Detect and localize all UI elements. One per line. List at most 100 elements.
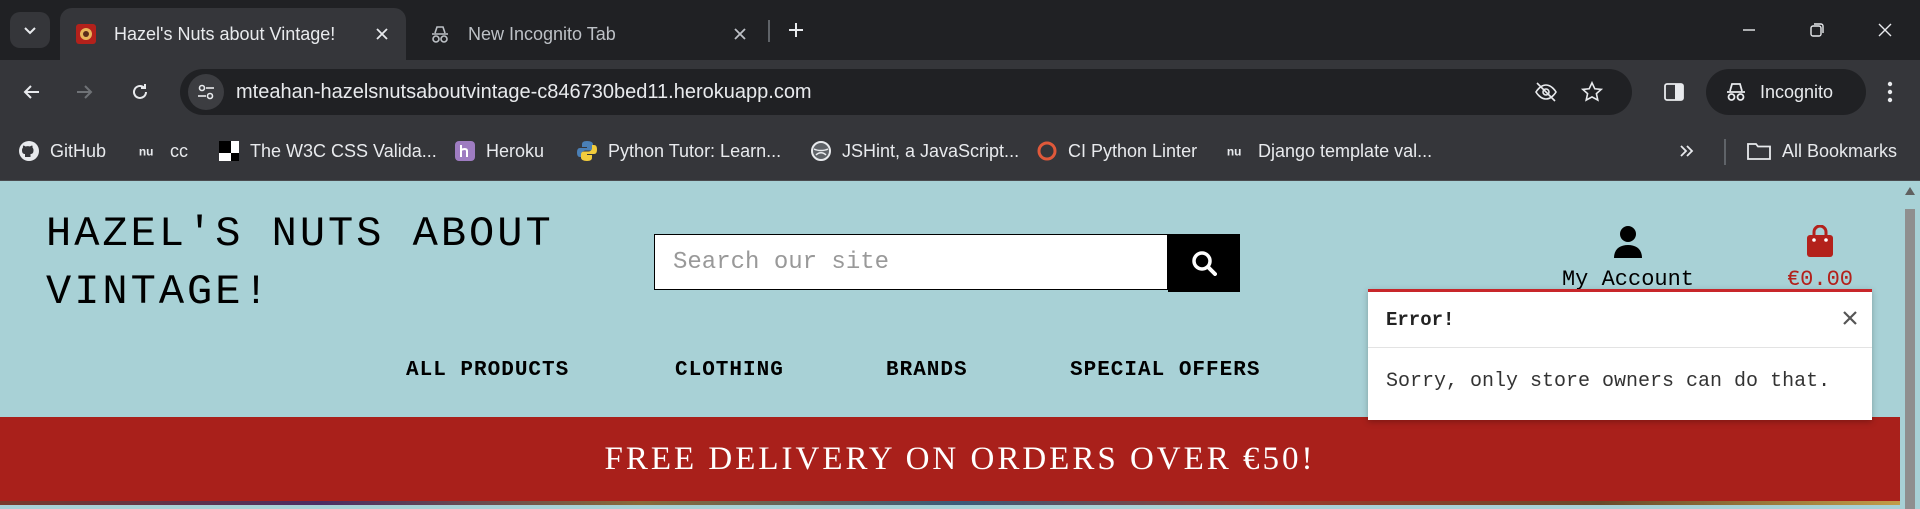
svg-text:nu: nu: [1227, 145, 1242, 159]
tab-search-button[interactable]: [10, 12, 50, 48]
nav-brands[interactable]: BRANDS: [886, 359, 968, 382]
github-icon: [18, 140, 40, 162]
close-icon: [1843, 311, 1857, 325]
close-window-button[interactable]: [1862, 10, 1908, 50]
side-panel-icon: [1664, 83, 1684, 101]
search-icon: [1192, 251, 1217, 276]
arrow-left-icon: [23, 85, 39, 99]
bookmark-label: GitHub: [50, 140, 107, 161]
tab-close-icon[interactable]: [368, 20, 396, 48]
bookmark-cc[interactable]: nu cc: [138, 137, 188, 165]
site-search: [654, 234, 1240, 292]
site-favicon-icon: [74, 22, 98, 46]
tab-close-icon[interactable]: [726, 20, 754, 48]
reload-button[interactable]: [122, 74, 158, 110]
heroku-icon: [454, 140, 476, 162]
jshint-icon: [810, 140, 832, 162]
minimize-icon: [1743, 29, 1755, 31]
bookmark-ci-python-linter[interactable]: CI Python Linter: [1036, 137, 1197, 165]
incognito-icon: [428, 22, 452, 46]
plus-icon: [789, 23, 803, 37]
bookmark-label: Python Tutor: Learn...: [608, 140, 782, 161]
double-chevron-right-icon: [1676, 140, 1698, 162]
bookmark-jshint[interactable]: JSHint, a JavaScript...: [810, 137, 1019, 165]
bookmarks-bar: GitHub nu cc The W3C CSS Valida... Herok…: [0, 123, 1920, 181]
close-icon: [1878, 23, 1892, 37]
tab-bar: Hazel's Nuts about Vintage! New Incognit…: [0, 0, 1920, 60]
bookmark-heroku[interactable]: Heroku: [454, 137, 544, 165]
free-delivery-banner: FREE DELIVERY ON ORDERS OVER €50!: [0, 417, 1900, 501]
nu-icon: nu: [138, 140, 160, 162]
browser-toolbar: mteahan-hazelsnutsaboutvintage-c846730be…: [0, 60, 1920, 123]
folder-icon: [1746, 140, 1772, 162]
toast-close-button[interactable]: [1838, 306, 1862, 330]
url-text[interactable]: mteahan-hazelsnutsaboutvintage-c846730be…: [236, 81, 812, 104]
address-bar[interactable]: mteahan-hazelsnutsaboutvintage-c846730be…: [180, 69, 1632, 115]
more-bookmarks-button[interactable]: [1676, 137, 1708, 165]
toast-title: Error!: [1386, 309, 1455, 331]
svg-text:nu: nu: [139, 145, 154, 159]
bookmark-label: The W3C CSS Valida...: [250, 140, 437, 161]
side-panel-button[interactable]: [1656, 74, 1692, 110]
arrow-right-icon: [77, 85, 93, 99]
shopping-bag-icon: [1770, 225, 1870, 263]
restore-icon: [1810, 23, 1824, 37]
reload-icon: [133, 84, 147, 99]
bookmark-label: Django template val...: [1258, 140, 1433, 161]
bookmark-label: Heroku: [486, 140, 545, 161]
search-input[interactable]: [654, 234, 1168, 290]
browser-menu-button[interactable]: [1872, 74, 1908, 110]
profile-label: Incognito: [1760, 81, 1834, 102]
bookmark-label: All Bookmarks: [1782, 140, 1898, 161]
tab-title: Hazel's Nuts about Vintage!: [114, 23, 336, 44]
incognito-icon: [1724, 80, 1748, 104]
tune-icon: [198, 84, 214, 100]
python-icon: [576, 140, 598, 162]
site-info-button[interactable]: [188, 74, 224, 110]
nav-all-products[interactable]: ALL PRODUCTS: [406, 359, 569, 382]
hero-image: [0, 501, 1900, 505]
logo-line: HAZEL'S NUTS ABOUT: [46, 210, 554, 258]
new-tab-button[interactable]: [780, 14, 812, 46]
tab-hazels[interactable]: Hazel's Nuts about Vintage!: [60, 8, 406, 60]
bookmark-w3c[interactable]: The W3C CSS Valida...: [218, 137, 437, 165]
bookmarks-separator: [1724, 139, 1726, 165]
nu-icon: nu: [1226, 140, 1248, 162]
site-logo[interactable]: HAZEL'S NUTS ABOUT VINTAGE!: [46, 205, 554, 321]
restore-button[interactable]: [1794, 10, 1840, 50]
bookmark-label: cc: [170, 140, 188, 161]
nav-clothing[interactable]: CLOTHING: [675, 359, 784, 382]
nav-special-offers[interactable]: SPECIAL OFFERS: [1070, 359, 1260, 382]
incognito-profile-button[interactable]: Incognito: [1706, 69, 1866, 115]
bookmark-django-template[interactable]: nu Django template val...: [1226, 137, 1432, 165]
tracking-protection-icon[interactable]: [1532, 78, 1560, 106]
minimize-button[interactable]: [1726, 10, 1772, 50]
error-toast: Error! Sorry, only store owners can do t…: [1368, 289, 1872, 420]
tab-separator: [768, 20, 770, 42]
all-bookmarks-button[interactable]: All Bookmarks: [1746, 137, 1897, 165]
chevron-down-icon: [24, 27, 36, 35]
more-vert-icon: [1887, 81, 1893, 103]
user-icon: [1552, 225, 1704, 263]
bookmark-label: CI Python Linter: [1068, 140, 1198, 161]
bookmark-label: JSHint, a JavaScript...: [842, 140, 1020, 161]
scroll-up-arrow-icon[interactable]: [1905, 187, 1915, 195]
tab-new-incognito[interactable]: New Incognito Tab: [414, 8, 764, 60]
search-button[interactable]: [1168, 234, 1240, 292]
shopping-bag-link[interactable]: €0.00: [1770, 225, 1870, 292]
scrollbar-thumb[interactable]: [1905, 209, 1915, 509]
ci-icon: [1036, 140, 1058, 162]
tab-title: New Incognito Tab: [468, 23, 616, 44]
my-account-link[interactable]: My Account: [1552, 225, 1704, 292]
w3c-icon: [218, 140, 240, 162]
web-page: HAZEL'S NUTS ABOUT VINTAGE! My Account €…: [0, 181, 1900, 505]
bookmark-python-tutor[interactable]: Python Tutor: Learn...: [576, 137, 781, 165]
forward-button[interactable]: [66, 74, 102, 110]
back-button[interactable]: [14, 74, 50, 110]
bookmark-star-icon[interactable]: [1578, 78, 1606, 106]
toast-message: Sorry, only store owners can do that.: [1386, 370, 1831, 393]
bookmark-github[interactable]: GitHub: [18, 137, 106, 165]
toast-header: Error!: [1368, 292, 1872, 348]
page-scrollbar[interactable]: [1900, 181, 1920, 509]
logo-line: VINTAGE!: [46, 268, 272, 316]
